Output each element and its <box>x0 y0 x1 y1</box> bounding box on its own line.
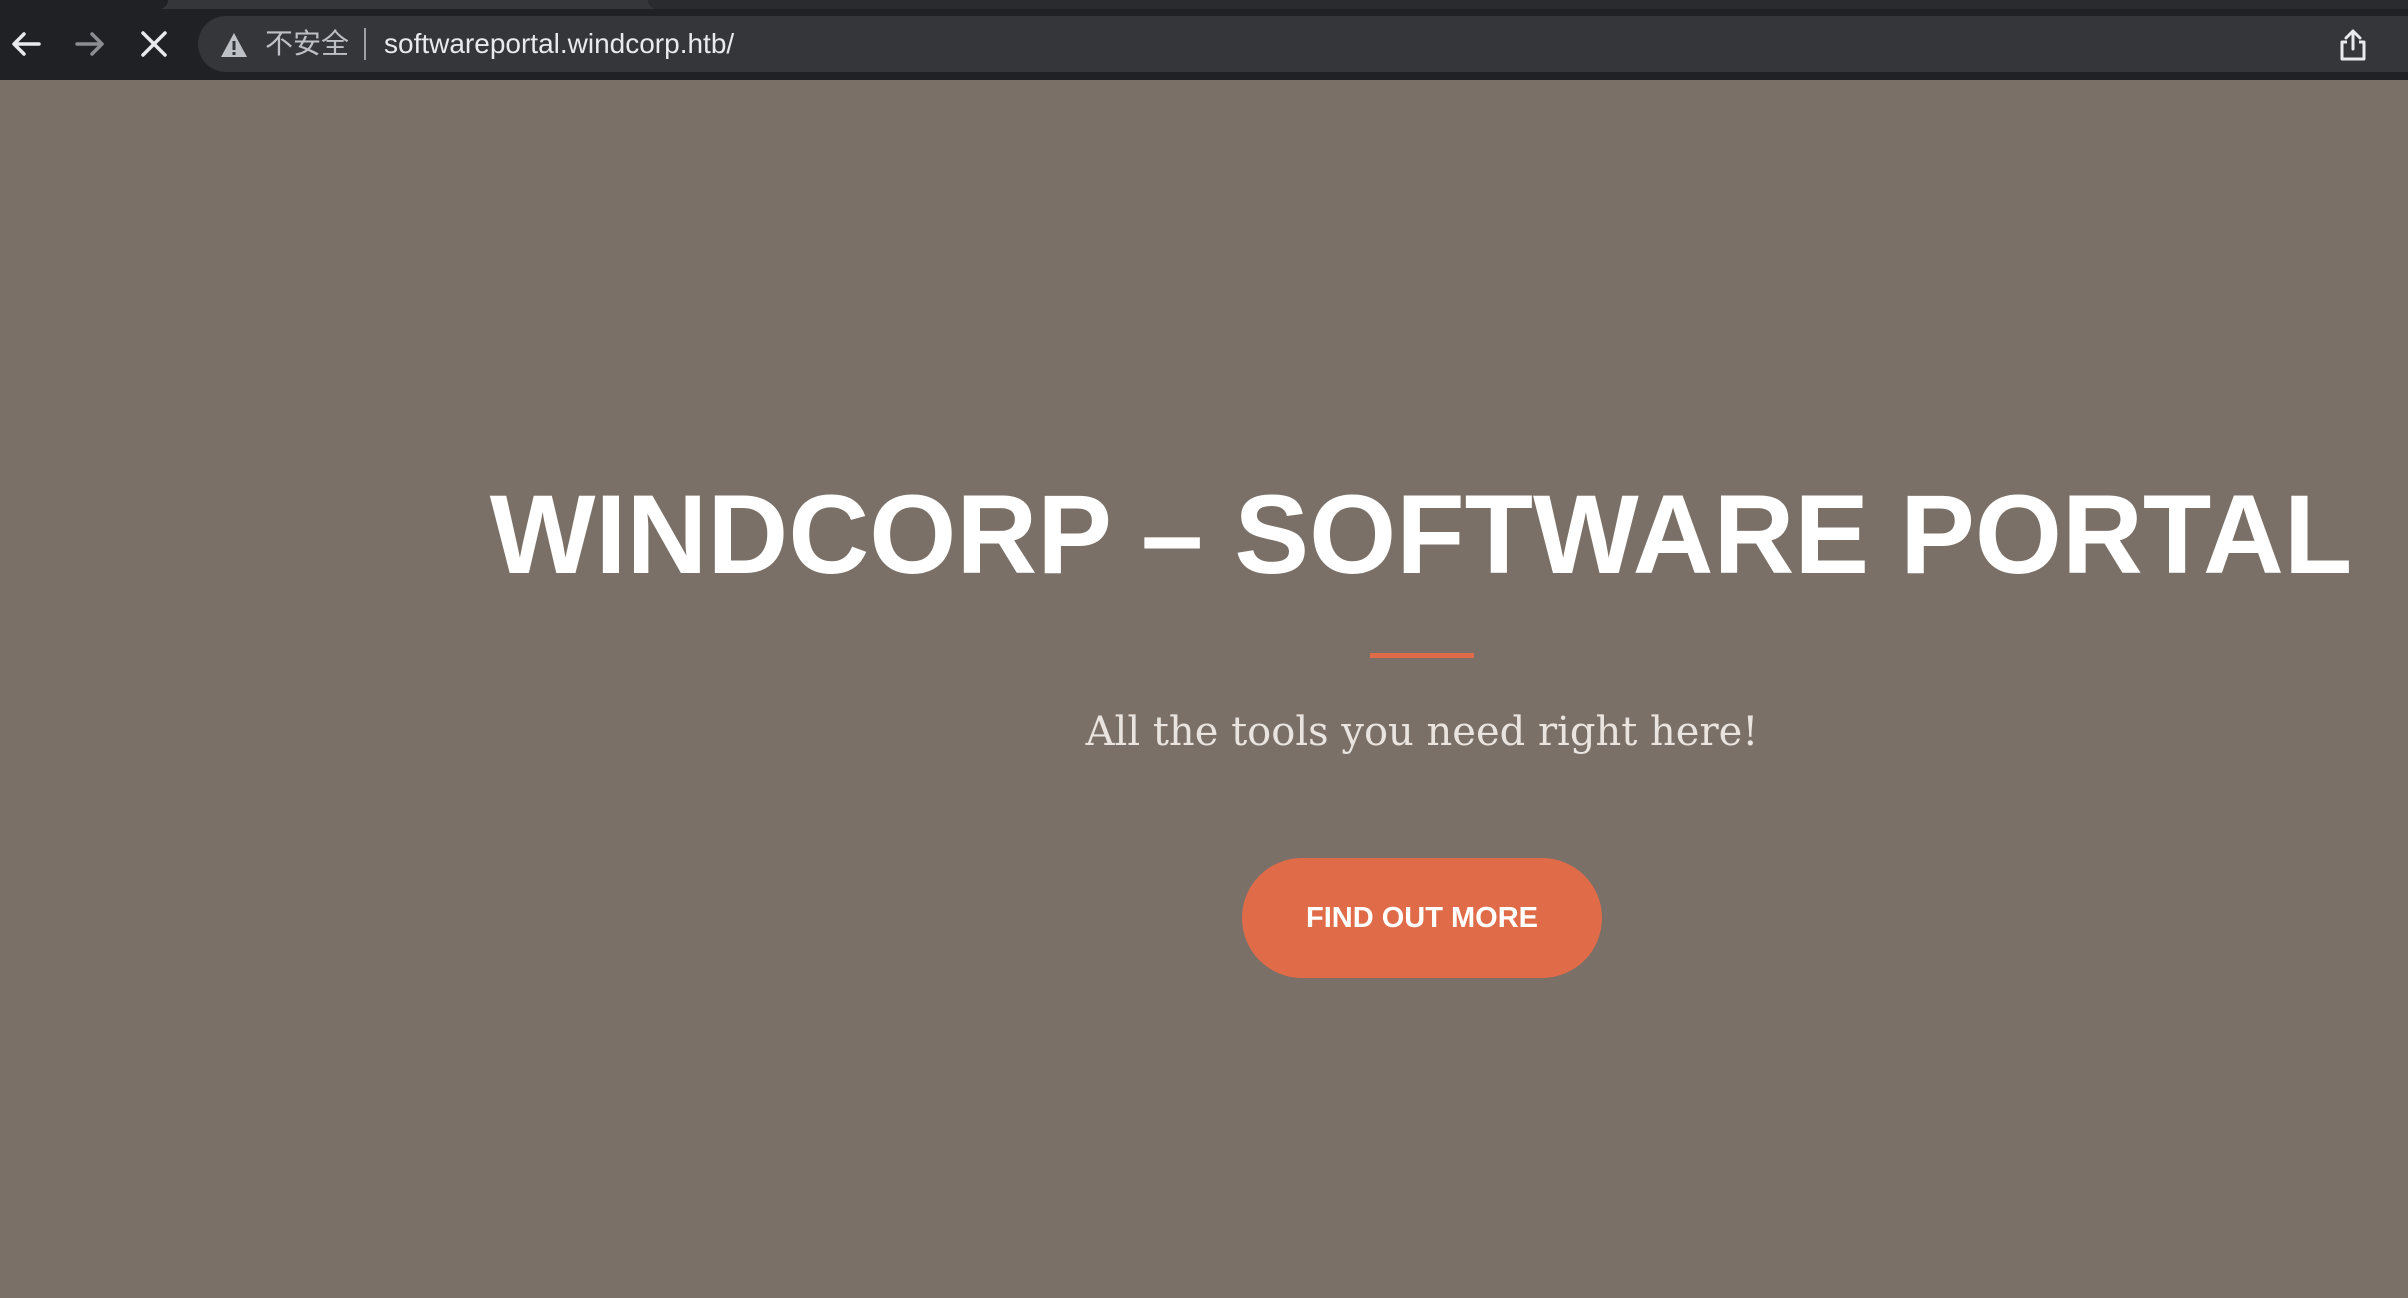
title-divider <box>1370 653 1474 658</box>
warning-triangle-icon[interactable] <box>220 32 248 58</box>
stop-loading-button[interactable] <box>130 20 178 68</box>
url-text[interactable]: softwareportal.windcorp.htb/ <box>384 24 734 64</box>
tab-strip <box>0 0 2408 9</box>
find-out-more-button[interactable]: FIND OUT MORE <box>1242 858 1602 978</box>
page-title: WINDCORP – SOFTWARE PORTAL <box>489 472 2353 597</box>
back-button[interactable] <box>2 20 50 68</box>
browser-toolbar: 不安全 softwareportal.windcorp.htb/ <box>0 0 2408 80</box>
security-status-label[interactable]: 不安全 <box>265 25 349 63</box>
inactive-tab-edge[interactable] <box>648 0 2408 9</box>
forward-arrow-icon <box>75 32 104 56</box>
active-tab-edge[interactable] <box>0 0 168 9</box>
forward-button[interactable] <box>66 20 114 68</box>
hero-section <box>0 80 2408 1298</box>
share-icon[interactable] <box>2338 28 2368 62</box>
address-bar-divider <box>364 28 366 60</box>
stop-loading-icon <box>141 31 167 57</box>
back-arrow-icon <box>12 32 41 56</box>
hero-subtitle: All the tools you need right here! <box>1085 709 1759 755</box>
